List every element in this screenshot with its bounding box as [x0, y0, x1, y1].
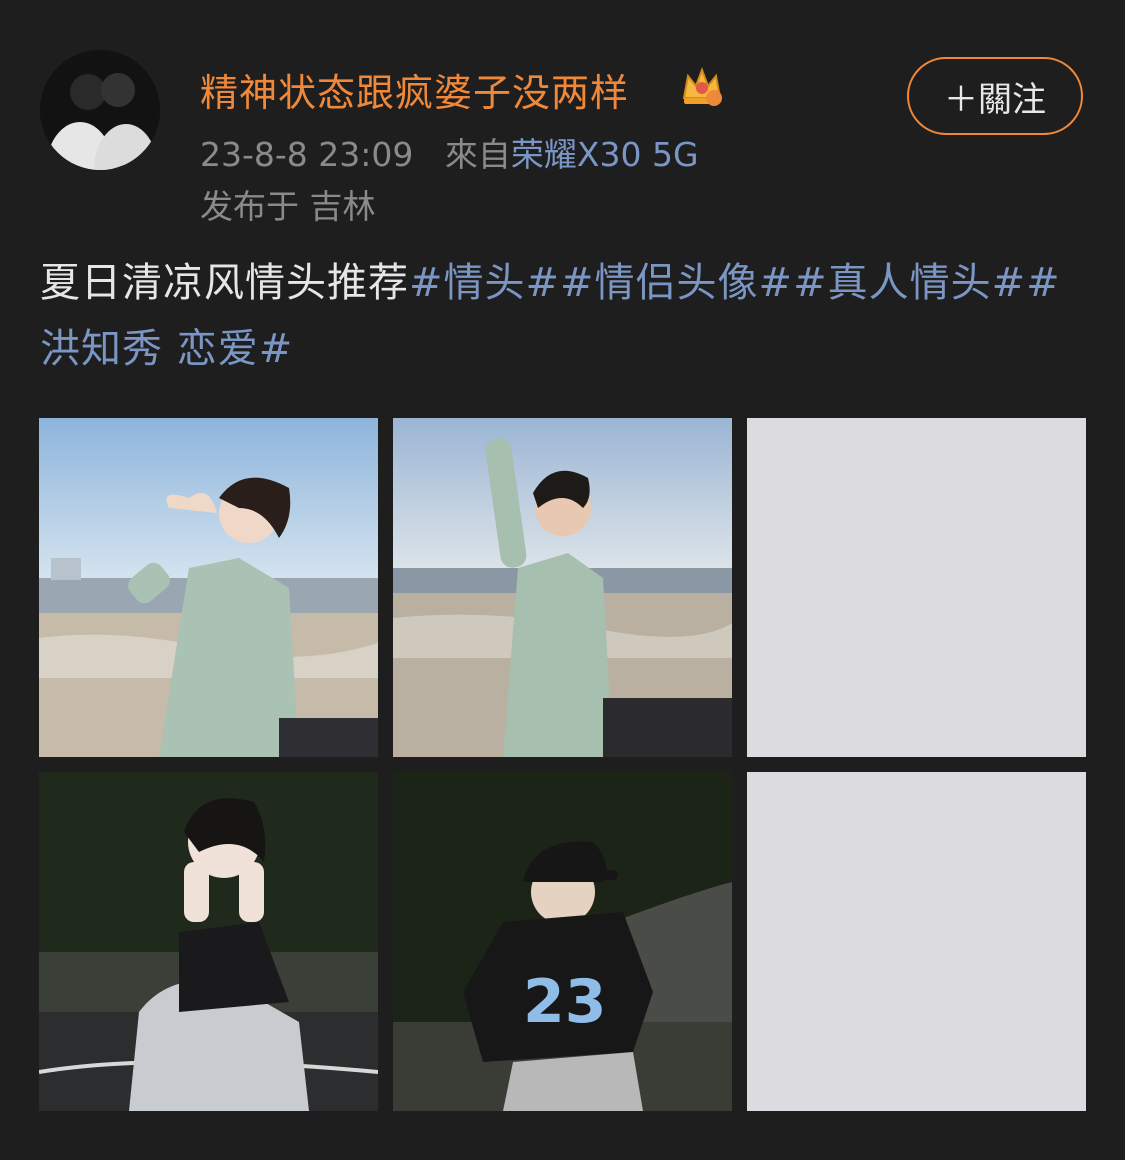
photo-girl-heart-hands-beach: [39, 418, 378, 757]
hashtag-link[interactable]: #情头#: [409, 260, 560, 306]
device-link[interactable]: 荣耀X30 5G: [511, 135, 699, 174]
image-tile-2[interactable]: [393, 418, 732, 757]
follow-button[interactable]: ＋關注: [907, 57, 1083, 135]
crown-icon: [682, 67, 722, 106]
post-timestamp: 23-8-8 23:09: [200, 135, 414, 174]
post-text: 夏日清凉风情头推荐: [40, 260, 409, 306]
author-avatar[interactable]: [40, 50, 160, 170]
svg-text:23: 23: [523, 967, 607, 1037]
author-name[interactable]: 精神状态跟疯婆子没两样: [200, 62, 629, 117]
image-tile-4[interactable]: [39, 772, 378, 1111]
avatar-image: [40, 50, 160, 170]
image-tile-5[interactable]: 23: [393, 772, 732, 1111]
image-placeholder[interactable]: [747, 772, 1086, 1111]
image-tile-1[interactable]: [39, 418, 378, 757]
post-body: 夏日清凉风情头推荐#情头##情侣头像##真人情头##洪知秀 恋爱#: [40, 250, 1090, 382]
photo-boy-cap-jersey-night: 23: [393, 772, 732, 1111]
image-placeholder[interactable]: [747, 418, 1086, 757]
post-location: 发布于 吉林: [200, 187, 376, 226]
source-prefix: 來自: [444, 135, 511, 174]
hashtag-link[interactable]: #真人情头#: [793, 260, 1026, 306]
photo-girl-crouching-night: [39, 772, 378, 1111]
photo-boy-hand-on-head-beach: [393, 418, 732, 757]
hashtag-link[interactable]: #情侣头像#: [560, 260, 793, 306]
post-meta: 23-8-8 23:09 來自荣耀X30 5G: [200, 128, 699, 176]
